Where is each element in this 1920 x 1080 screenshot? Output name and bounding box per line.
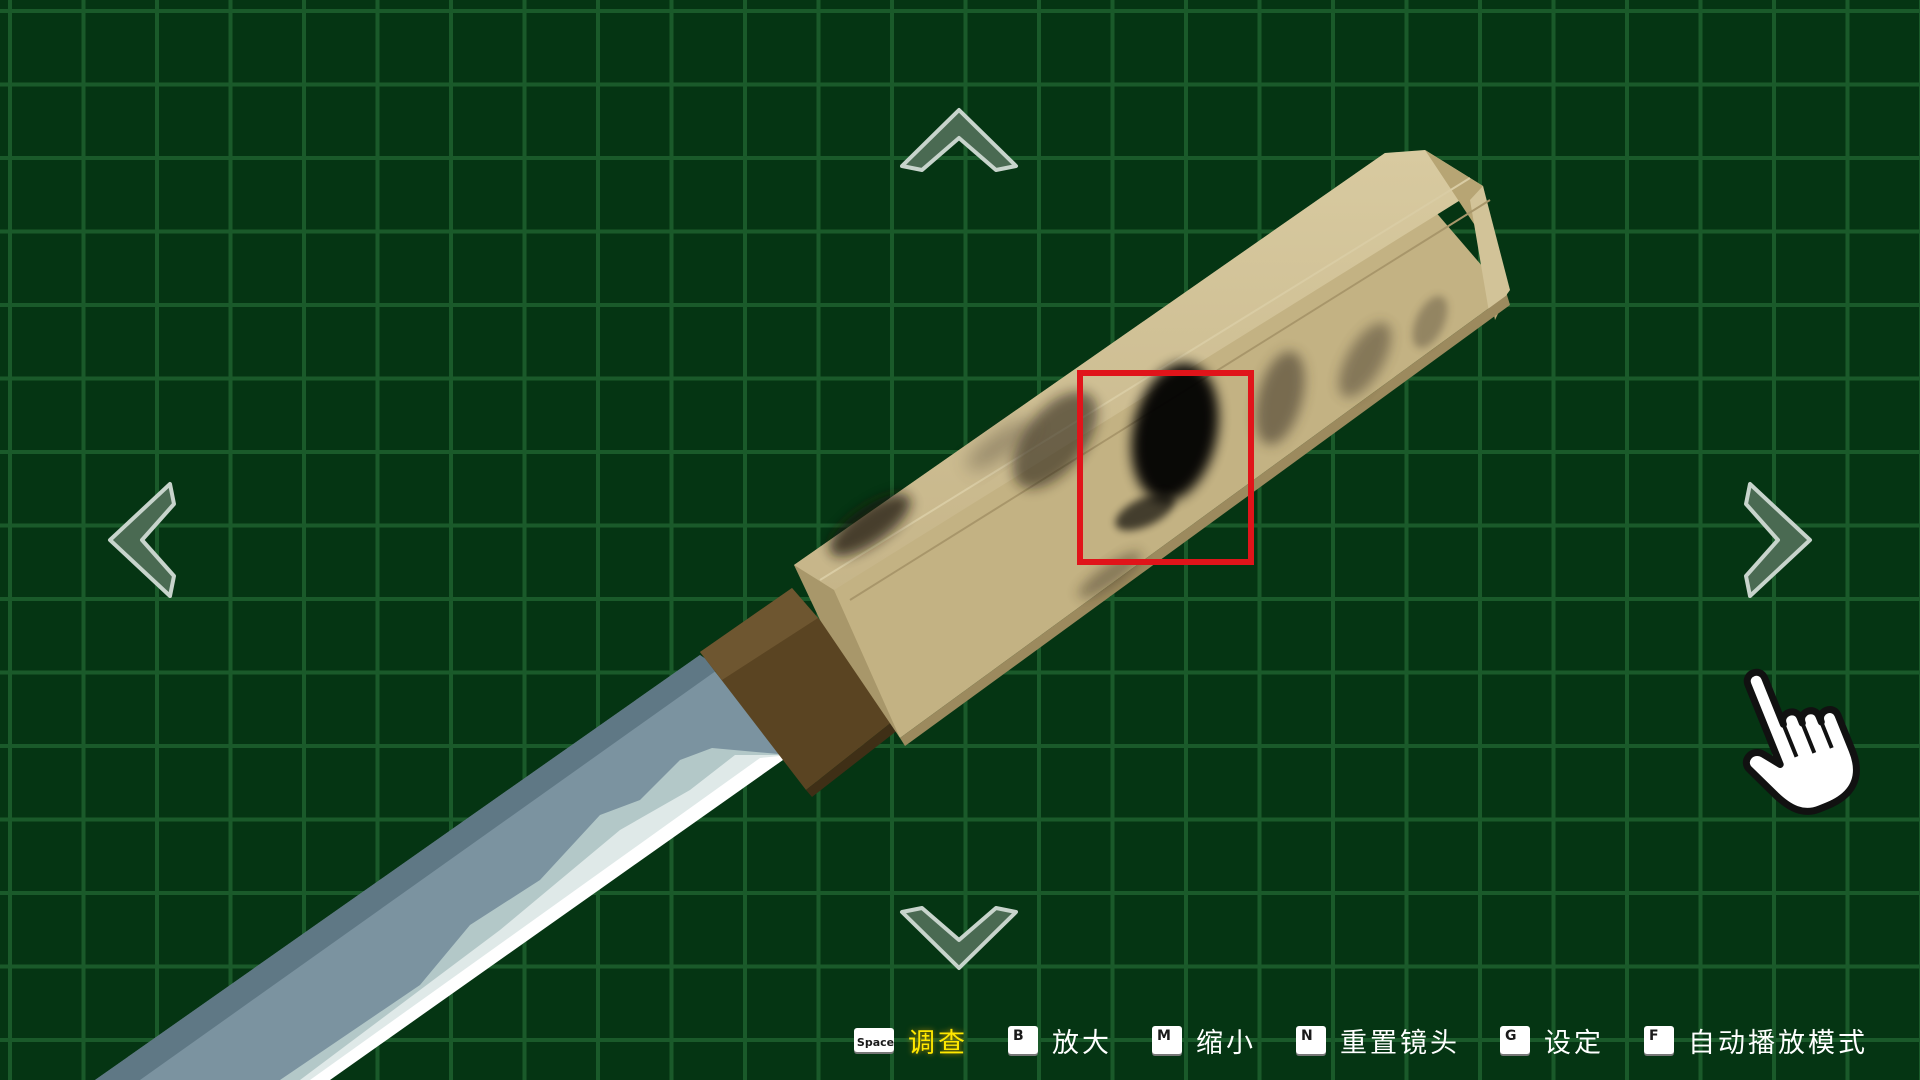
control-label-zoom-out: 缩小	[1196, 1027, 1256, 1059]
key-space-icon: Space	[854, 1028, 894, 1052]
control-settings[interactable]: G 设定	[1500, 1021, 1604, 1060]
key-f-icon: F	[1644, 1026, 1674, 1054]
control-label-reset-camera: 重置镜头	[1340, 1027, 1460, 1059]
chevron-down-icon[interactable]	[896, 902, 1022, 974]
control-zoom-out[interactable]: M 缩小	[1152, 1021, 1256, 1060]
control-zoom-in[interactable]: B 放大	[1008, 1021, 1112, 1060]
key-g-icon: G	[1500, 1026, 1530, 1054]
chevron-left-icon[interactable]	[104, 478, 180, 602]
control-label-settings: 设定	[1544, 1027, 1604, 1059]
control-label-auto-play: 自动播放模式	[1688, 1027, 1868, 1059]
key-b-icon: B	[1008, 1026, 1038, 1054]
key-n-icon: N	[1296, 1026, 1326, 1054]
chevron-up-icon[interactable]	[896, 104, 1022, 176]
pointing-hand-icon	[1742, 668, 1860, 815]
control-auto-play[interactable]: F 自动播放模式	[1644, 1021, 1868, 1060]
chevron-right-icon[interactable]	[1740, 478, 1816, 602]
inspection-focus-box[interactable]	[1077, 370, 1254, 565]
key-m-icon: M	[1152, 1026, 1182, 1054]
control-label-zoom-in: 放大	[1052, 1027, 1112, 1059]
control-reset-camera[interactable]: N 重置镜头	[1296, 1021, 1460, 1060]
blade	[95, 655, 790, 1080]
control-investigate[interactable]: Space 调查	[854, 1021, 968, 1060]
control-hints-bar: Space 调查 B 放大 M 缩小 N 重置镜头 G 设定 F 自动播放模式	[854, 1020, 1868, 1060]
control-label-investigate: 调查	[908, 1027, 968, 1059]
